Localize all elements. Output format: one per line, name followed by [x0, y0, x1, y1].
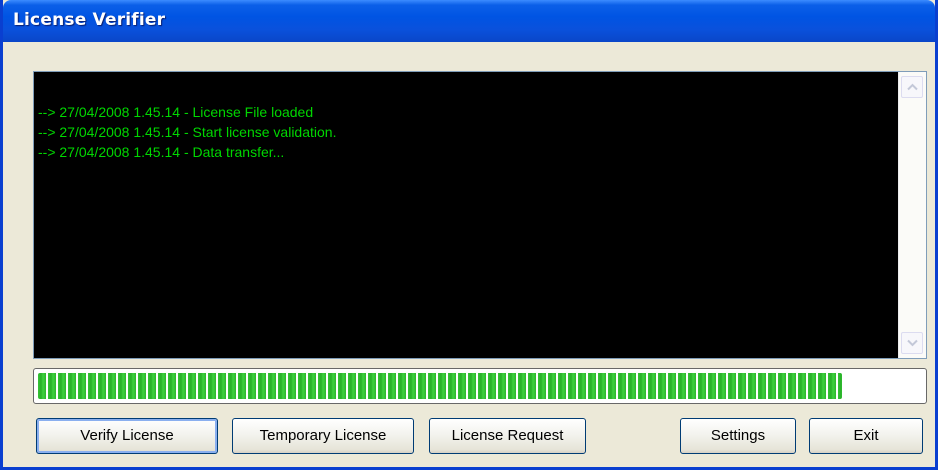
- window-title: License Verifier: [13, 10, 166, 30]
- temporary-license-button[interactable]: Temporary License: [232, 418, 414, 454]
- title-bar[interactable]: License Verifier: [3, 0, 935, 42]
- chevron-down-icon: [907, 339, 918, 347]
- log-line: --> 27/04/2008 1.45.14 - License File lo…: [38, 104, 314, 120]
- log-line: --> 27/04/2008 1.45.14 - Start license v…: [38, 124, 337, 140]
- scroll-down-button[interactable]: [901, 332, 923, 354]
- exit-button[interactable]: Exit: [809, 418, 923, 454]
- license-request-button[interactable]: License Request: [429, 418, 586, 454]
- log-lines: --> 27/04/2008 1.45.14 - License File lo…: [38, 102, 896, 162]
- scroll-up-button[interactable]: [901, 76, 923, 98]
- chevron-up-icon: [907, 83, 918, 91]
- license-verifier-window: License Verifier --> 27/04/2008 1.45.14 …: [0, 0, 938, 470]
- settings-button[interactable]: Settings: [680, 418, 796, 454]
- progress-bar-fill: [38, 373, 842, 399]
- log-line: --> 27/04/2008 1.45.14 - Data transfer..…: [38, 144, 285, 160]
- progress-bar: [33, 368, 927, 404]
- log-output[interactable]: --> 27/04/2008 1.45.14 - License File lo…: [33, 71, 927, 359]
- vertical-scrollbar[interactable]: [898, 72, 926, 358]
- verify-license-button[interactable]: Verify License: [36, 418, 218, 454]
